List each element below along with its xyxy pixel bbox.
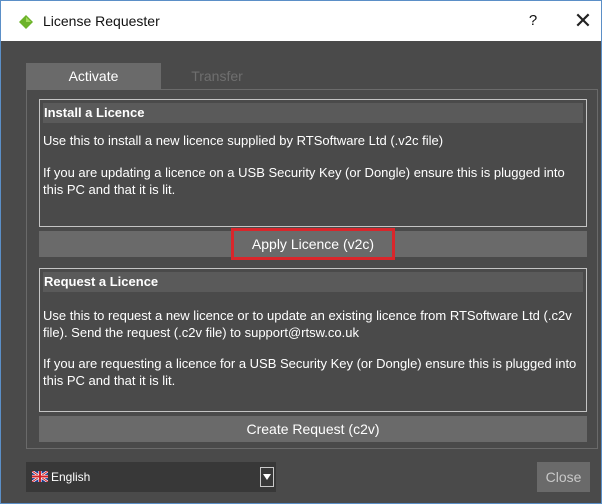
language-label: English: [51, 470, 91, 484]
apply-licence-button[interactable]: Apply Licence (v2c): [231, 228, 395, 260]
app-icon: [19, 15, 33, 29]
help-button[interactable]: ?: [521, 9, 545, 33]
footer: English Close: [1, 451, 601, 503]
close-window-button[interactable]: ✕: [569, 7, 597, 35]
request-licence-section: Request a Licence Use this to request a …: [39, 268, 587, 412]
apply-licence-bar: Apply Licence (v2c): [39, 228, 587, 260]
tab-activate[interactable]: Activate: [26, 63, 161, 89]
license-requester-window: License Requester ? ✕ Activate Transfer …: [0, 0, 602, 504]
create-request-button[interactable]: Create Request (c2v): [39, 416, 587, 442]
window-title: License Requester: [43, 13, 160, 29]
dialog-body: Activate Transfer Install a Licence Use …: [1, 41, 601, 503]
activate-panel: Install a Licence Use this to install a …: [26, 89, 598, 449]
dropdown-arrow-icon: [263, 474, 271, 480]
request-note: If you are requesting a licence for a US…: [43, 356, 577, 388]
language-dropdown-button[interactable]: [260, 467, 274, 487]
install-licence-section: Install a Licence Use this to install a …: [39, 99, 587, 227]
tab-transfer[interactable]: Transfer: [163, 63, 271, 89]
language-select[interactable]: English: [26, 462, 276, 492]
install-heading: Install a Licence: [43, 103, 583, 123]
uk-flag-icon: [32, 471, 48, 482]
close-button[interactable]: Close: [537, 462, 590, 492]
install-note: If you are updating a licence on a USB S…: [43, 165, 565, 197]
request-heading: Request a Licence: [43, 272, 583, 292]
request-description: Use this to request a new licence or to …: [43, 308, 572, 340]
install-description: Use this to install a new licence suppli…: [43, 133, 444, 148]
title-bar: License Requester ? ✕: [1, 1, 601, 41]
